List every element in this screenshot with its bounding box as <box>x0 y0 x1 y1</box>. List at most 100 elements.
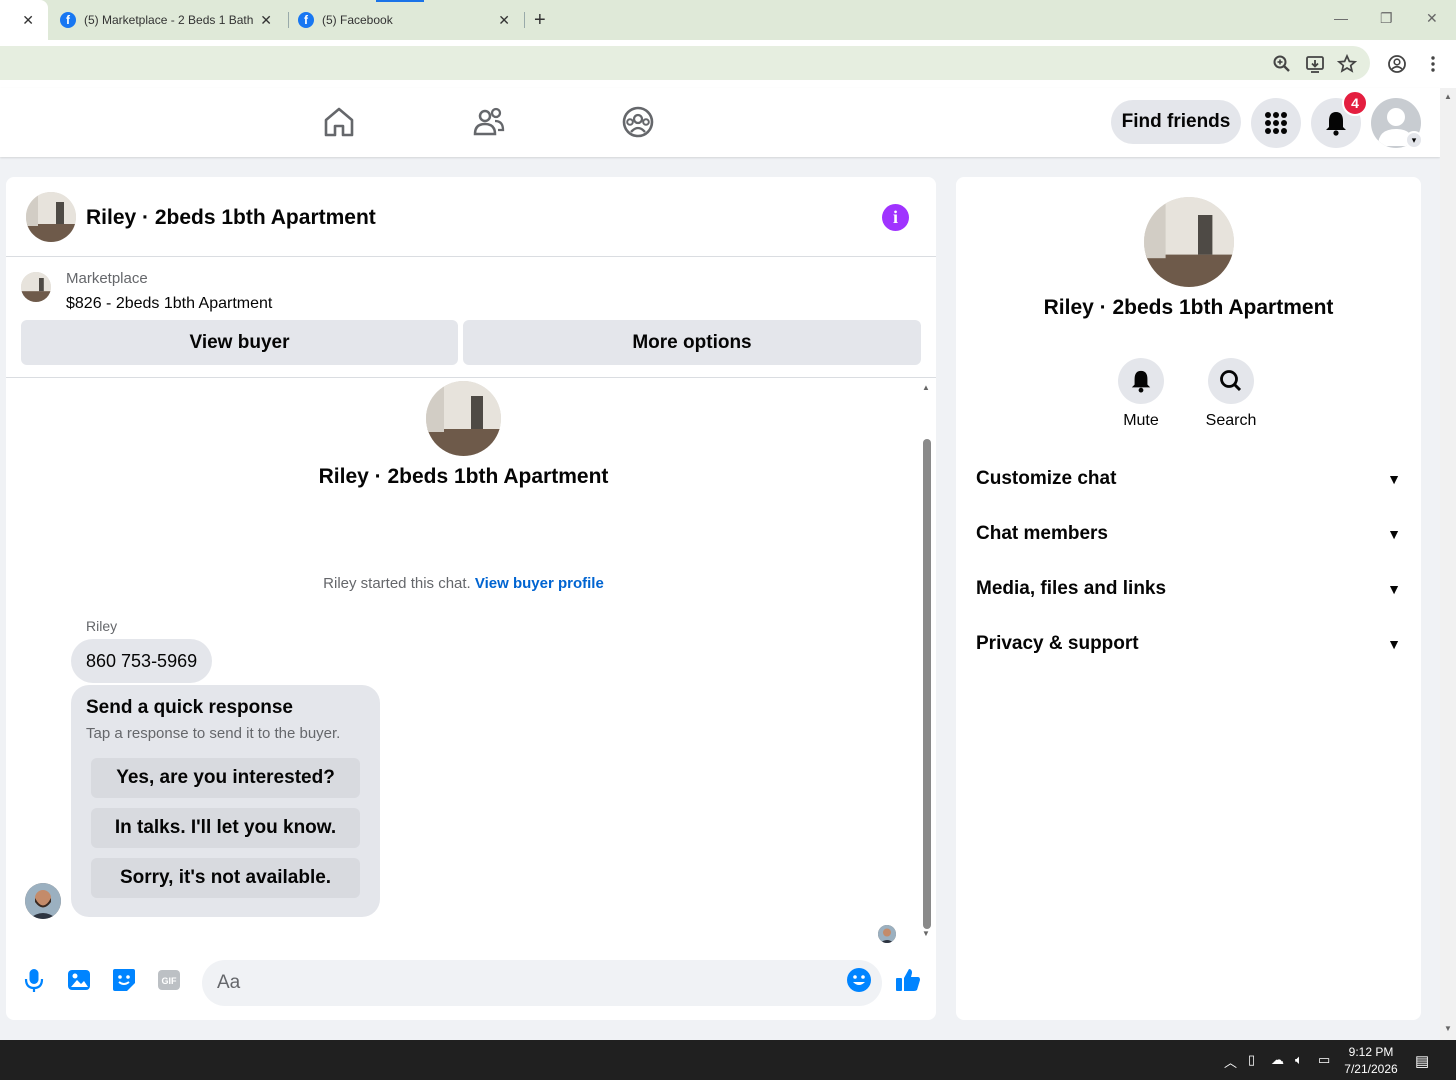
seen-avatar-image <box>878 925 896 943</box>
section-chat-members[interactable]: Chat members ▼ <box>976 514 1401 554</box>
facebook-top-nav: Find friends 4 ▾ <box>0 88 1440 157</box>
info-apartment-photo-image <box>1144 197 1234 287</box>
loading-indicator <box>376 0 424 2</box>
message-composer: GIF <box>6 947 936 1017</box>
message-input[interactable] <box>202 960 882 1006</box>
scroll-up-icon[interactable]: ▲ <box>922 383 930 392</box>
chevron-down-icon: ▼ <box>1387 471 1401 487</box>
emoji-icon[interactable] <box>846 967 872 993</box>
menu-dots-icon[interactable] <box>1423 54 1443 74</box>
plus-icon: + <box>534 8 546 31</box>
friends-icon[interactable] <box>471 104 507 140</box>
section-customize-chat[interactable]: Customize chat ▼ <box>976 459 1401 499</box>
close-window-icon[interactable]: ✕ <box>1426 10 1438 27</box>
display-icon[interactable]: ▭ <box>1318 1052 1330 1068</box>
search-button[interactable] <box>1208 358 1254 404</box>
chat-started-notice: Riley started this chat. View buyer prof… <box>6 575 921 592</box>
mute-action[interactable]: Mute <box>1106 358 1176 430</box>
section-privacy-support[interactable]: Privacy & support ▼ <box>976 624 1401 664</box>
chat-title: Riley · 2beds 1bth Apartment <box>86 206 376 229</box>
restore-icon[interactable]: ❐ <box>1380 10 1393 27</box>
os-taskbar: ︿ ▯ ☁ 🔈︎ ▭ 9:12 PM 7/21/2026 ▤ <box>0 1040 1456 1080</box>
info-icon[interactable]: i <box>882 204 909 231</box>
notification-badge: 4 <box>1342 90 1368 116</box>
chat-info-panel: Riley · 2beds 1bth Apartment Mute Search… <box>956 177 1421 1020</box>
scroll-thumb[interactable] <box>923 439 931 929</box>
install-app-icon[interactable] <box>1305 54 1325 74</box>
find-friends-button[interactable]: Find friends <box>1111 100 1241 144</box>
section-media-files-links[interactable]: Media, files and links ▼ <box>976 569 1401 609</box>
profile-icon[interactable] <box>1387 54 1407 74</box>
quick-response-title: Send a quick response <box>86 697 293 718</box>
tab-label: (5) Marketplace - 2 Beds 1 Bath <box>84 13 254 27</box>
bell-icon <box>1131 370 1151 393</box>
scroll-up-icon[interactable]: ▲ <box>1444 92 1452 101</box>
quick-response-interested[interactable]: Yes, are you interested? <box>91 758 360 798</box>
address-bar <box>0 40 1456 88</box>
facebook-icon: f <box>60 12 76 28</box>
chevron-down-icon[interactable]: ▾ <box>1405 131 1423 149</box>
zoom-icon[interactable] <box>1272 54 1292 74</box>
apartment-photo[interactable] <box>26 192 76 242</box>
sender-avatar[interactable] <box>25 883 61 919</box>
section-label: Chat members <box>976 523 1108 544</box>
tab-divider <box>524 12 525 28</box>
tab-active[interactable]: ✕ <box>0 0 48 40</box>
listing-thumbnail-image <box>21 272 51 302</box>
url-field[interactable] <box>0 46 1370 80</box>
listing-card: Marketplace $826 - 2beds 1bth Apartment … <box>6 258 936 378</box>
page-scrollbar[interactable]: ▲ ▼ <box>1440 88 1456 1040</box>
home-icon[interactable] <box>321 104 357 140</box>
facebook-icon: f <box>298 12 314 28</box>
close-tab-icon[interactable]: ✕ <box>498 12 510 29</box>
network-off-icon[interactable]: ☁ <box>1271 1052 1284 1068</box>
close-tab-icon[interactable]: ✕ <box>260 12 272 29</box>
meet-now-icon[interactable]: ▯ <box>1248 1052 1255 1068</box>
message-thread: Riley · 2beds 1bth Apartment Riley start… <box>6 379 936 943</box>
search-action[interactable]: Search <box>1196 358 1266 430</box>
message-text: 860 753-5969 <box>86 650 198 671</box>
chevron-up-icon[interactable]: ︿ <box>1224 1052 1237 1071</box>
sender-avatar-image <box>25 883 61 919</box>
apartment-photo-large-image <box>426 381 501 456</box>
listing-thumbnail[interactable] <box>21 272 51 302</box>
bookmark-star-icon[interactable] <box>1337 54 1357 74</box>
view-buyer-button[interactable]: View buyer <box>21 320 458 365</box>
scroll-down-icon[interactable]: ▼ <box>922 929 930 938</box>
quick-response-in-talks[interactable]: In talks. I'll let you know. <box>91 808 360 848</box>
scroll-down-icon[interactable]: ▼ <box>1444 1024 1452 1033</box>
tab-divider <box>288 12 289 28</box>
mute-label: Mute <box>1123 412 1159 429</box>
gif-icon[interactable]: GIF <box>156 967 182 993</box>
apartment-photo-large <box>426 381 501 456</box>
thread-name: Riley · 2beds 1bth Apartment <box>318 465 609 488</box>
quick-response-subtitle: Tap a response to send it to the buyer. <box>86 725 341 742</box>
like-icon[interactable] <box>895 967 921 993</box>
tab-marketplace[interactable]: f (5) Marketplace - 2 Beds 1 Bath ✕ <box>60 0 280 40</box>
svg-text:GIF: GIF <box>162 976 178 986</box>
info-apartment-photo <box>1144 197 1234 287</box>
groups-icon[interactable] <box>620 104 656 140</box>
quick-response-not-available[interactable]: Sorry, it's not available. <box>91 858 360 898</box>
view-buyer-profile-link[interactable]: View buyer profile <box>475 575 604 592</box>
new-tab-button[interactable]: + <box>534 0 554 40</box>
bell-icon <box>1326 112 1346 136</box>
system-clock[interactable]: 9:12 PM 7/21/2026 <box>1336 1044 1406 1078</box>
thread-scrollbar[interactable]: ▲ ▼ <box>920 383 934 938</box>
clock-time: 9:12 PM <box>1348 1045 1394 1059</box>
mute-button[interactable] <box>1118 358 1164 404</box>
tab-facebook[interactable]: f (5) Facebook ✕ <box>298 0 518 40</box>
listing-title[interactable]: $826 - 2beds 1bth Apartment <box>66 295 272 313</box>
volume-icon[interactable]: 🔈︎ <box>1295 1052 1303 1068</box>
more-options-button[interactable]: More options <box>463 320 921 365</box>
minimize-icon[interactable]: — <box>1334 10 1348 26</box>
microphone-icon[interactable] <box>21 967 47 993</box>
notifications-center-icon[interactable]: ▤ <box>1415 1052 1429 1070</box>
seen-indicator-avatar <box>878 925 896 943</box>
search-icon <box>1220 370 1242 392</box>
photo-icon[interactable] <box>66 967 92 993</box>
close-tab-icon[interactable]: ✕ <box>22 12 34 29</box>
menu-grid-button[interactable] <box>1251 98 1301 148</box>
sticker-icon[interactable] <box>111 967 137 993</box>
message-bubble[interactable]: 860 753-5969 <box>71 639 213 683</box>
